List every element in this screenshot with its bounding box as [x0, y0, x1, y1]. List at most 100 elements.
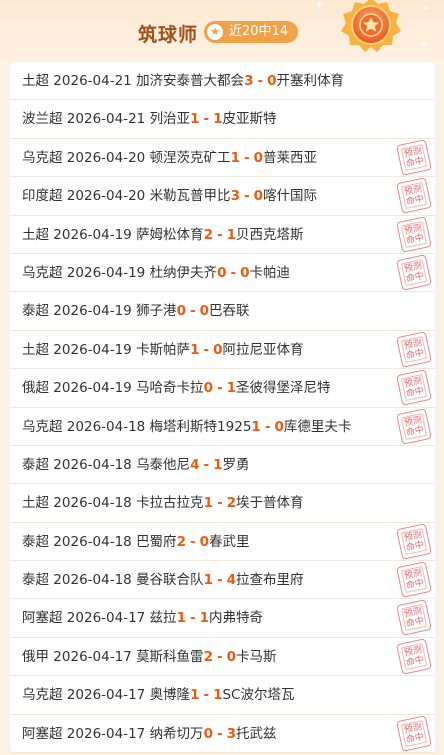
match-date: 2026-04-19: [53, 341, 132, 358]
score-separator: -: [203, 456, 210, 473]
stamp-text: 预测: [403, 222, 423, 237]
match-away-score: 2: [226, 495, 236, 512]
match-away-team: 罗勇: [222, 456, 250, 473]
match-date: 2026-04-18: [66, 418, 146, 435]
prediction-hit-stamp: 预测 命中: [396, 330, 432, 368]
match-date: 2026-04-19: [53, 380, 132, 397]
match-league: 泰超: [22, 533, 49, 550]
match-row[interactable]: 乌克超 2026-04-18 梅塔利斯特19251-0库德里夫卡 预测 命中: [10, 407, 435, 446]
stamp-text: 命中: [405, 654, 425, 669]
stamp-text: 命中: [405, 232, 425, 247]
match-home-team: 列治亚: [149, 111, 191, 128]
match-away-team: 卡马斯: [235, 648, 277, 665]
match-away-score: 0: [253, 149, 263, 166]
sparkle-icon: ✦: [423, 4, 430, 13]
match-home-team: 梅塔利斯特1925: [149, 418, 252, 435]
match-away-score: 1: [226, 380, 236, 397]
score-separator: -: [189, 610, 196, 627]
match-away-score: 0: [199, 533, 209, 550]
match-home-team: 兹拉: [149, 610, 177, 627]
match-row[interactable]: 土超 2026-04-18 卡拉古拉克1-2埃于普体育: [10, 484, 435, 523]
match-away-team: 喀什国际: [262, 188, 317, 205]
score-separator: -: [189, 533, 196, 550]
match-home-team: 杜纳伊夫齐: [149, 264, 218, 281]
match-home-score: 1: [203, 572, 213, 589]
prediction-hit-stamp: 预测 命中: [396, 254, 432, 291]
match-row[interactable]: 土超 2026-04-19 萨姆松体育2-1贝西克塔斯 预测 命中: [10, 215, 435, 254]
match-row[interactable]: 泰超 2026-04-18 巴蜀府2-0春武里 预测 命中: [10, 522, 435, 562]
match-date: 2026-04-17: [53, 648, 132, 665]
score-separator: -: [264, 418, 271, 435]
stamp-text: 预测: [403, 568, 423, 582]
match-home-team: 巴蜀府: [136, 533, 177, 550]
score-separator: -: [243, 149, 250, 166]
match-league: 泰超: [22, 456, 49, 473]
match-away-team: 普莱西亚: [262, 149, 317, 166]
match-home-team: 米勒瓦普甲比: [149, 188, 231, 205]
sparkle-icon: ✦: [314, 0, 325, 12]
match-home-team: 顿涅茨克矿工: [149, 149, 231, 166]
match-date: 2026-04-17: [66, 725, 146, 742]
match-away-score: 0: [274, 418, 284, 435]
match-league: 乌克超: [22, 264, 63, 281]
medal-icon: [341, 0, 401, 52]
score-separator: -: [216, 495, 223, 512]
match-row[interactable]: 波兰超 2026-04-21 列治亚1-1皮亚斯特: [10, 100, 435, 139]
match-away-score: 1: [226, 226, 236, 243]
match-row[interactable]: 乌克超 2026-04-19 杜纳伊夫齐0-0卡帕迪 预测 命中: [10, 254, 435, 293]
stamp-text: 命中: [405, 539, 425, 554]
match-row[interactable]: 土超 2026-04-21 加济安泰普大都会3-0开塞利体育: [10, 62, 435, 101]
record-badge: ★ 近20中14: [204, 21, 298, 43]
stamp-text: 命中: [405, 155, 425, 170]
stamp-text: 命中: [405, 424, 425, 439]
match-league: 乌克超: [22, 149, 63, 166]
match-league: 泰超: [22, 572, 49, 589]
match-row[interactable]: 乌克超 2026-04-20 顿涅茨克矿工1-0普莱西亚 预测 命中: [10, 139, 435, 178]
match-date: 2026-04-18: [53, 456, 132, 473]
match-home-score: 3: [230, 188, 240, 205]
prediction-hit-stamp: 预测 命中: [396, 407, 432, 445]
match-league: 阿塞超: [22, 610, 63, 627]
prediction-hit-stamp: 预测 命中: [396, 599, 432, 637]
match-row[interactable]: 印度超 2026-04-20 米勒瓦普甲比3-0喀什国际 预测 命中: [10, 177, 435, 216]
match-home-score: 1: [251, 418, 261, 435]
page-title: 筑球师: [138, 24, 199, 46]
match-home-team: 加济安泰普大都会: [136, 73, 245, 89]
match-away-team: 库德里夫卡: [283, 418, 352, 435]
stamp-text: 命中: [405, 386, 425, 400]
match-home-score: 2: [203, 226, 213, 243]
match-row[interactable]: 泰超 2026-04-19 狮子港0-0巴吞联: [10, 292, 435, 331]
match-away-team: 巴吞联: [208, 303, 250, 320]
match-league: 乌克超: [22, 418, 63, 435]
match-row[interactable]: 俄超 2026-04-19 马哈奇卡拉0-1圣彼得堡泽尼特 预测 命中: [10, 369, 435, 408]
match-date: 2026-04-20: [66, 149, 146, 166]
match-home-score: 0: [203, 725, 213, 742]
match-home-team: 卡斯帕萨: [136, 341, 191, 358]
header: ✦ ✦ ✦ 筑球师 ★ 近20中14: [0, 0, 444, 62]
match-away-score: 4: [226, 572, 236, 589]
match-away-team: 贝西克塔斯: [235, 226, 304, 243]
match-date: 2026-04-17: [66, 610, 146, 627]
stamp-text: 预测: [403, 645, 423, 659]
score-separator: -: [203, 111, 210, 128]
match-row[interactable]: 阿塞超 2026-04-17 兹拉1-1内弗特奇 预测 命中: [10, 599, 435, 638]
match-date: 2026-04-19: [66, 264, 146, 281]
match-row[interactable]: 土超 2026-04-19 卡斯帕萨1-0阿拉尼亚体育 预测 命中: [10, 330, 435, 370]
score-separator: -: [216, 572, 223, 589]
match-league: 俄甲: [22, 648, 49, 665]
match-league: 俄超: [22, 380, 49, 397]
match-row[interactable]: 泰超 2026-04-18 曼谷联合队1-4拉查布里府 预测 命中: [10, 561, 435, 600]
match-row[interactable]: 泰超 2026-04-18 乌泰他尼4-1罗勇: [10, 446, 435, 485]
match-row[interactable]: 俄甲 2026-04-17 莫斯科鱼雷2-0卡马斯 预测 命中: [10, 638, 435, 677]
match-row[interactable]: 乌克超 2026-04-17 奥博隆1-1SC波尔塔瓦: [10, 676, 435, 715]
match-away-score: 0: [199, 303, 209, 320]
stamp-text: 命中: [405, 578, 425, 592]
stamp-text: 命中: [405, 347, 425, 362]
match-row[interactable]: 阿塞超 2026-04-17 纳希切万0-3托武兹 预测 命中: [10, 714, 435, 754]
match-home-team: 莫斯科鱼雷: [136, 648, 204, 665]
match-away-team: 圣彼得堡泽尼特: [235, 380, 331, 397]
match-date: 2026-04-17: [66, 687, 146, 704]
match-home-score: 2: [203, 648, 213, 665]
match-home-team: 曼谷联合队: [136, 572, 204, 589]
match-away-score: 0: [253, 188, 263, 205]
